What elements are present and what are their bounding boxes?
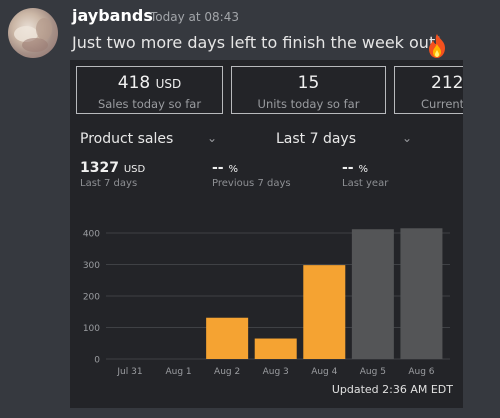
message-timestamp: Today at 08:43 <box>150 10 239 24</box>
fire-emoji-icon <box>429 34 445 58</box>
x-tick-label: Aug 4 <box>311 367 337 377</box>
bar-aug-3[interactable] <box>254 338 297 359</box>
x-tick-label: Aug 5 <box>360 367 386 377</box>
sales-dashboard-card: 418 USD Sales today so far 15 Units toda… <box>70 60 463 408</box>
x-tick-label: Aug 2 <box>214 367 240 377</box>
y-tick-label: 200 <box>83 293 100 303</box>
username[interactable]: jaybands <box>72 6 153 25</box>
bar-aug-4[interactable] <box>303 265 346 359</box>
x-tick-label: Aug 3 <box>263 367 289 377</box>
sales-bar-chart: 0 100 200 300 400 Jul 31 Aug 1 Aug 2 Aug 3 Aug 4 A… <box>83 228 450 377</box>
bar-aug-5[interactable] <box>351 229 394 359</box>
y-tick-label: 300 <box>83 261 100 271</box>
y-tick-label: 100 <box>83 324 100 334</box>
y-tick-label: 400 <box>83 230 100 240</box>
bar-aug-6[interactable] <box>400 228 443 359</box>
x-tick-label: Jul 31 <box>116 367 142 377</box>
message-text: Just two more days left to finish the we… <box>72 33 442 52</box>
y-tick-label: 0 <box>94 356 100 366</box>
updated-timestamp: Updated 2:36 AM EDT <box>331 383 453 396</box>
bar-aug-2[interactable] <box>206 317 249 359</box>
x-tick-label: Aug 1 <box>165 367 191 377</box>
x-tick-label: Aug 6 <box>408 367 434 377</box>
user-avatar[interactable] <box>8 8 58 58</box>
